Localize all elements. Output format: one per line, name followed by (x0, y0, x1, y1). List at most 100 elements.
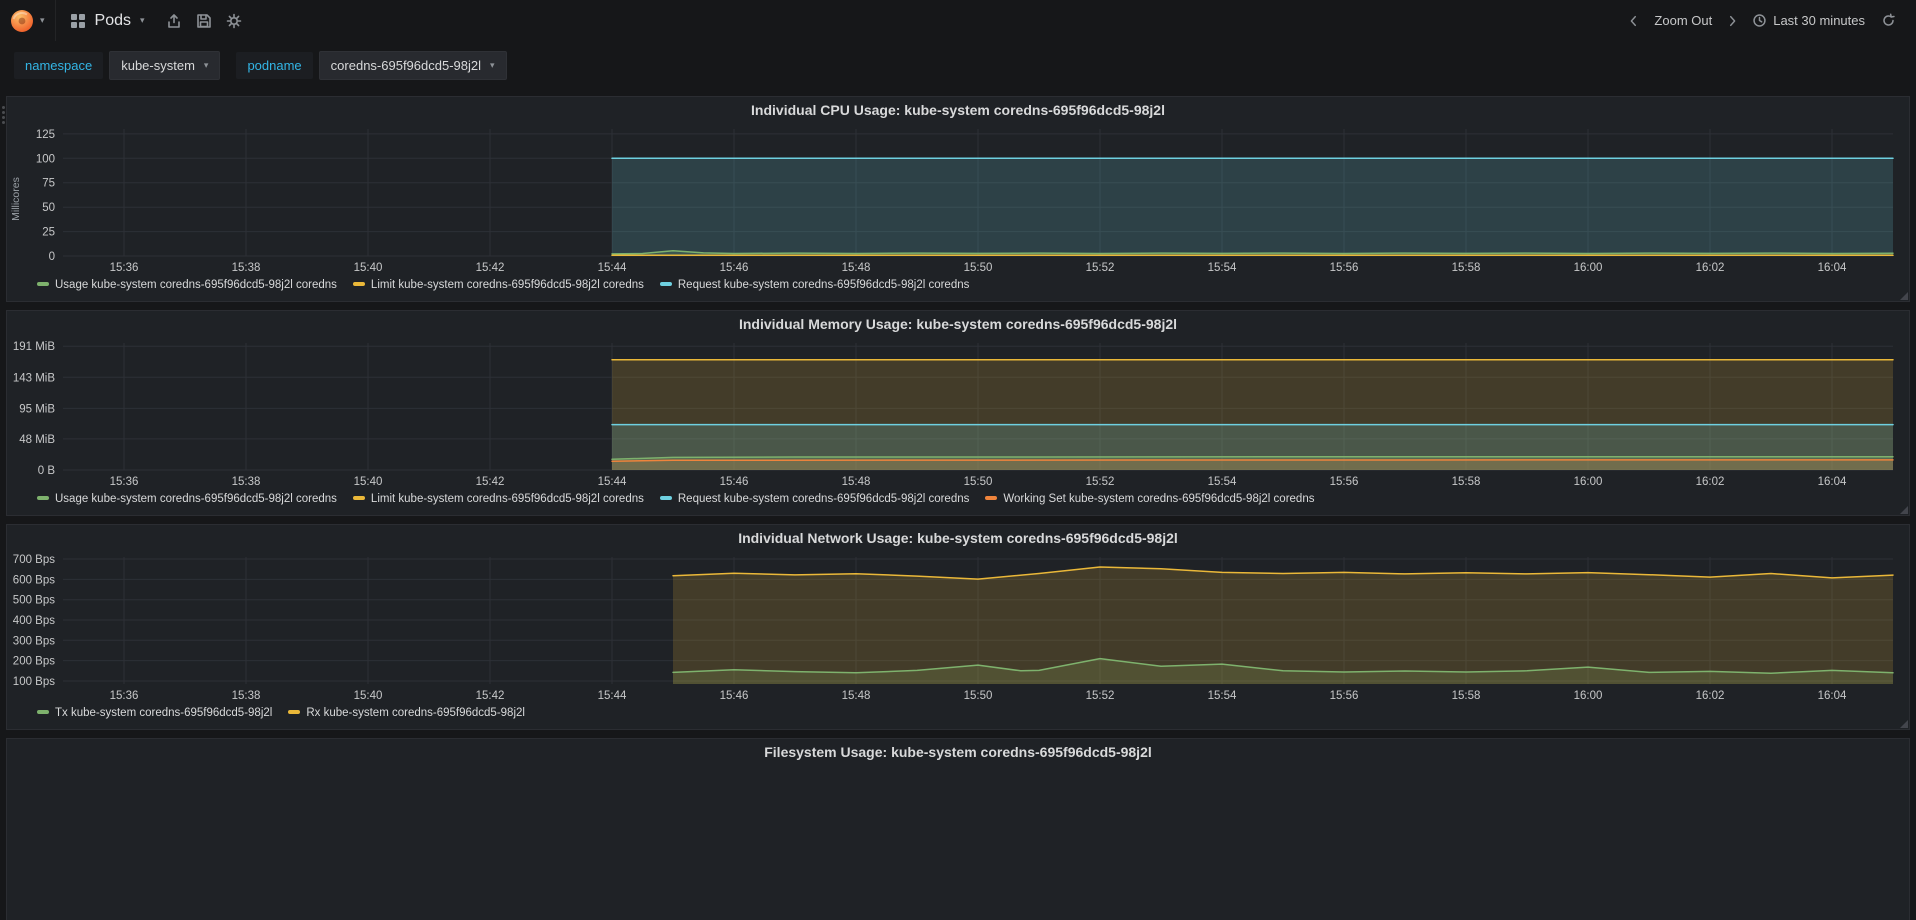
variable-podname-label[interactable]: podname (236, 52, 313, 79)
dashboard-title: Pods (94, 11, 131, 29)
save-icon (196, 13, 211, 28)
save-button[interactable] (189, 0, 219, 41)
x-tick-label: 15:36 (110, 690, 139, 702)
y-tick-label: 100 Bps (13, 676, 55, 688)
row-drag-handle[interactable] (2, 106, 5, 109)
settings-button[interactable] (219, 0, 249, 41)
panel-title[interactable]: Individual Network Usage: kube-system co… (7, 525, 1909, 551)
legend-item[interactable]: Tx kube-system coredns-695f96dcd5-98j2l (37, 707, 272, 719)
legend-color-mark (37, 709, 49, 714)
series-fill (612, 459, 1893, 470)
panel-network-usage: Individual Network Usage: kube-system co… (6, 524, 1910, 730)
y-tick-label: 50 (42, 202, 55, 214)
x-tick-label: 15:40 (354, 476, 383, 488)
legend-item[interactable]: Usage kube-system coredns-695f96dcd5-98j… (37, 493, 337, 505)
legend-label: Working Set kube-system coredns-695f96dc… (1003, 493, 1315, 505)
caret-down-icon: ▾ (140, 15, 145, 25)
caret-down-icon: ▾ (203, 60, 209, 70)
x-tick-label: 15:42 (476, 262, 505, 274)
y-tick-label: 95 MiB (19, 403, 55, 415)
legend-color-mark (37, 495, 49, 500)
panel-title[interactable]: Individual CPU Usage: kube-system coredn… (7, 97, 1909, 123)
y-tick-label: 0 (49, 251, 55, 263)
x-tick-label: 15:54 (1208, 690, 1237, 702)
x-tick-label: 15:46 (720, 690, 749, 702)
dashboard-picker[interactable]: Pods ▾ (56, 0, 159, 41)
x-tick-label: 15:38 (232, 476, 261, 488)
y-tick-label: 0 B (38, 465, 56, 477)
legend-item[interactable]: Working Set kube-system coredns-695f96dc… (985, 493, 1314, 505)
chart-plot[interactable] (7, 765, 1909, 918)
panel-resize-handle[interactable] (1900, 720, 1908, 728)
panel-title[interactable]: Filesystem Usage: kube-system coredns-69… (7, 739, 1909, 765)
x-tick-label: 15:48 (842, 690, 871, 702)
template-variable-bar: namespace kube-system ▾ podname coredns-… (0, 41, 1916, 89)
zoom-out-button[interactable]: Zoom Out (1648, 7, 1718, 35)
share-button[interactable] (159, 0, 189, 41)
y-tick-label: 600 Bps (13, 574, 55, 586)
x-tick-label: 16:04 (1818, 690, 1847, 702)
legend-color-mark (659, 281, 672, 286)
x-tick-label: 15:44 (598, 476, 627, 488)
variable-namespace-label[interactable]: namespace (14, 52, 104, 79)
y-tick-label: 191 MiB (13, 341, 56, 353)
y-tick-label: 400 Bps (13, 615, 55, 627)
x-tick-label: 15:42 (476, 476, 505, 488)
x-tick-label: 15:52 (1086, 690, 1115, 702)
x-tick-label: 15:46 (720, 476, 749, 488)
x-tick-label: 15:40 (354, 690, 383, 702)
x-tick-label: 15:42 (476, 690, 505, 702)
legend-label: Limit kube-system coredns-695f96dcd5-98j… (370, 279, 644, 291)
x-tick-label: 15:36 (110, 262, 139, 274)
variable-namespace-dropdown[interactable]: kube-system ▾ (109, 51, 221, 80)
time-shift-forward-button[interactable] (1722, 7, 1742, 35)
cpu-usage-chart: 0 25 50 75 100 125 15:36 15:38 15:40 15:42 15:44 15… (7, 123, 1909, 276)
legend-item[interactable]: Rx kube-system coredns-695f96dcd5-98j2l (288, 707, 525, 719)
caret-down-icon: ▾ (40, 15, 45, 25)
panel-resize-handle[interactable] (1900, 292, 1908, 300)
panel-resize-handle[interactable] (1900, 506, 1908, 514)
memory-usage-chart: 0 B 48 MiB 95 MiB 143 MiB 191 MiB 15:36 15:38 1… (7, 337, 1909, 490)
chart-plot[interactable]: 100 Bps 200 Bps 300 Bps 400 Bps 500 Bps 600 B… (7, 551, 1909, 704)
time-range-picker[interactable]: Last 30 minutes (1746, 7, 1871, 35)
gear-icon (226, 13, 241, 28)
x-tick-label: 15:54 (1208, 262, 1237, 274)
time-shift-back-button[interactable] (1624, 7, 1644, 35)
legend-item[interactable]: Request kube-system coredns-695f96dcd5-9… (659, 493, 969, 505)
panel-cpu-usage: Individual CPU Usage: kube-system coredn… (6, 96, 1910, 302)
x-tick-label: 15:36 (110, 476, 139, 488)
x-tick-label: 15:58 (1452, 262, 1481, 274)
x-tick-label: 16:04 (1818, 262, 1847, 274)
chevron-left-icon (1631, 15, 1637, 26)
refresh-button[interactable] (1875, 7, 1902, 35)
x-tick-label: 16:00 (1574, 262, 1603, 274)
legend-color-mark (37, 281, 49, 286)
x-tick-label: 15:48 (842, 476, 871, 488)
zoom-out-label: Zoom Out (1654, 13, 1713, 28)
x-tick-label: 15:56 (1330, 262, 1359, 274)
legend-item[interactable]: Usage kube-system coredns-695f96dcd5-98j… (37, 279, 337, 291)
legend-item[interactable]: Limit kube-system coredns-695f96dcd5-98j… (352, 493, 644, 505)
x-tick-label: 16:00 (1574, 690, 1603, 702)
panel-title[interactable]: Individual Memory Usage: kube-system cor… (7, 311, 1909, 337)
legend-label: Usage kube-system coredns-695f96dcd5-98j… (55, 279, 337, 291)
x-tick-label: 16:00 (1574, 476, 1603, 488)
grafana-logo-button[interactable]: ▾ (0, 0, 56, 41)
dashboard-grid-icon (70, 13, 85, 28)
x-tick-label: 15:48 (842, 262, 871, 274)
y-tick-label: 300 Bps (13, 635, 55, 647)
x-tick-label: 15:50 (964, 476, 993, 488)
x-tick-label: 16:04 (1818, 476, 1847, 488)
x-tick-label: 15:56 (1330, 476, 1359, 488)
legend-color-mark (985, 495, 998, 500)
filesystem-usage-chart (7, 765, 1909, 918)
chart-plot[interactable]: 0 25 50 75 100 125 15:36 15:38 15:40 15:42 15:44 15… (7, 123, 1909, 276)
x-tick-label: 16:02 (1696, 262, 1725, 274)
legend-item[interactable]: Limit kube-system coredns-695f96dcd5-98j… (352, 279, 644, 291)
x-tick-label: 15:50 (964, 262, 993, 274)
chart-plot[interactable]: 0 B 48 MiB 95 MiB 143 MiB 191 MiB 15:36 15:38 1… (7, 337, 1909, 490)
variable-podname-dropdown[interactable]: coredns-695f96dcd5-98j2l ▾ (318, 51, 507, 80)
dashboard-panels: Individual CPU Usage: kube-system coredn… (2, 96, 1910, 920)
legend-item[interactable]: Request kube-system coredns-695f96dcd5-9… (659, 279, 969, 291)
x-tick-label: 15:38 (232, 690, 261, 702)
